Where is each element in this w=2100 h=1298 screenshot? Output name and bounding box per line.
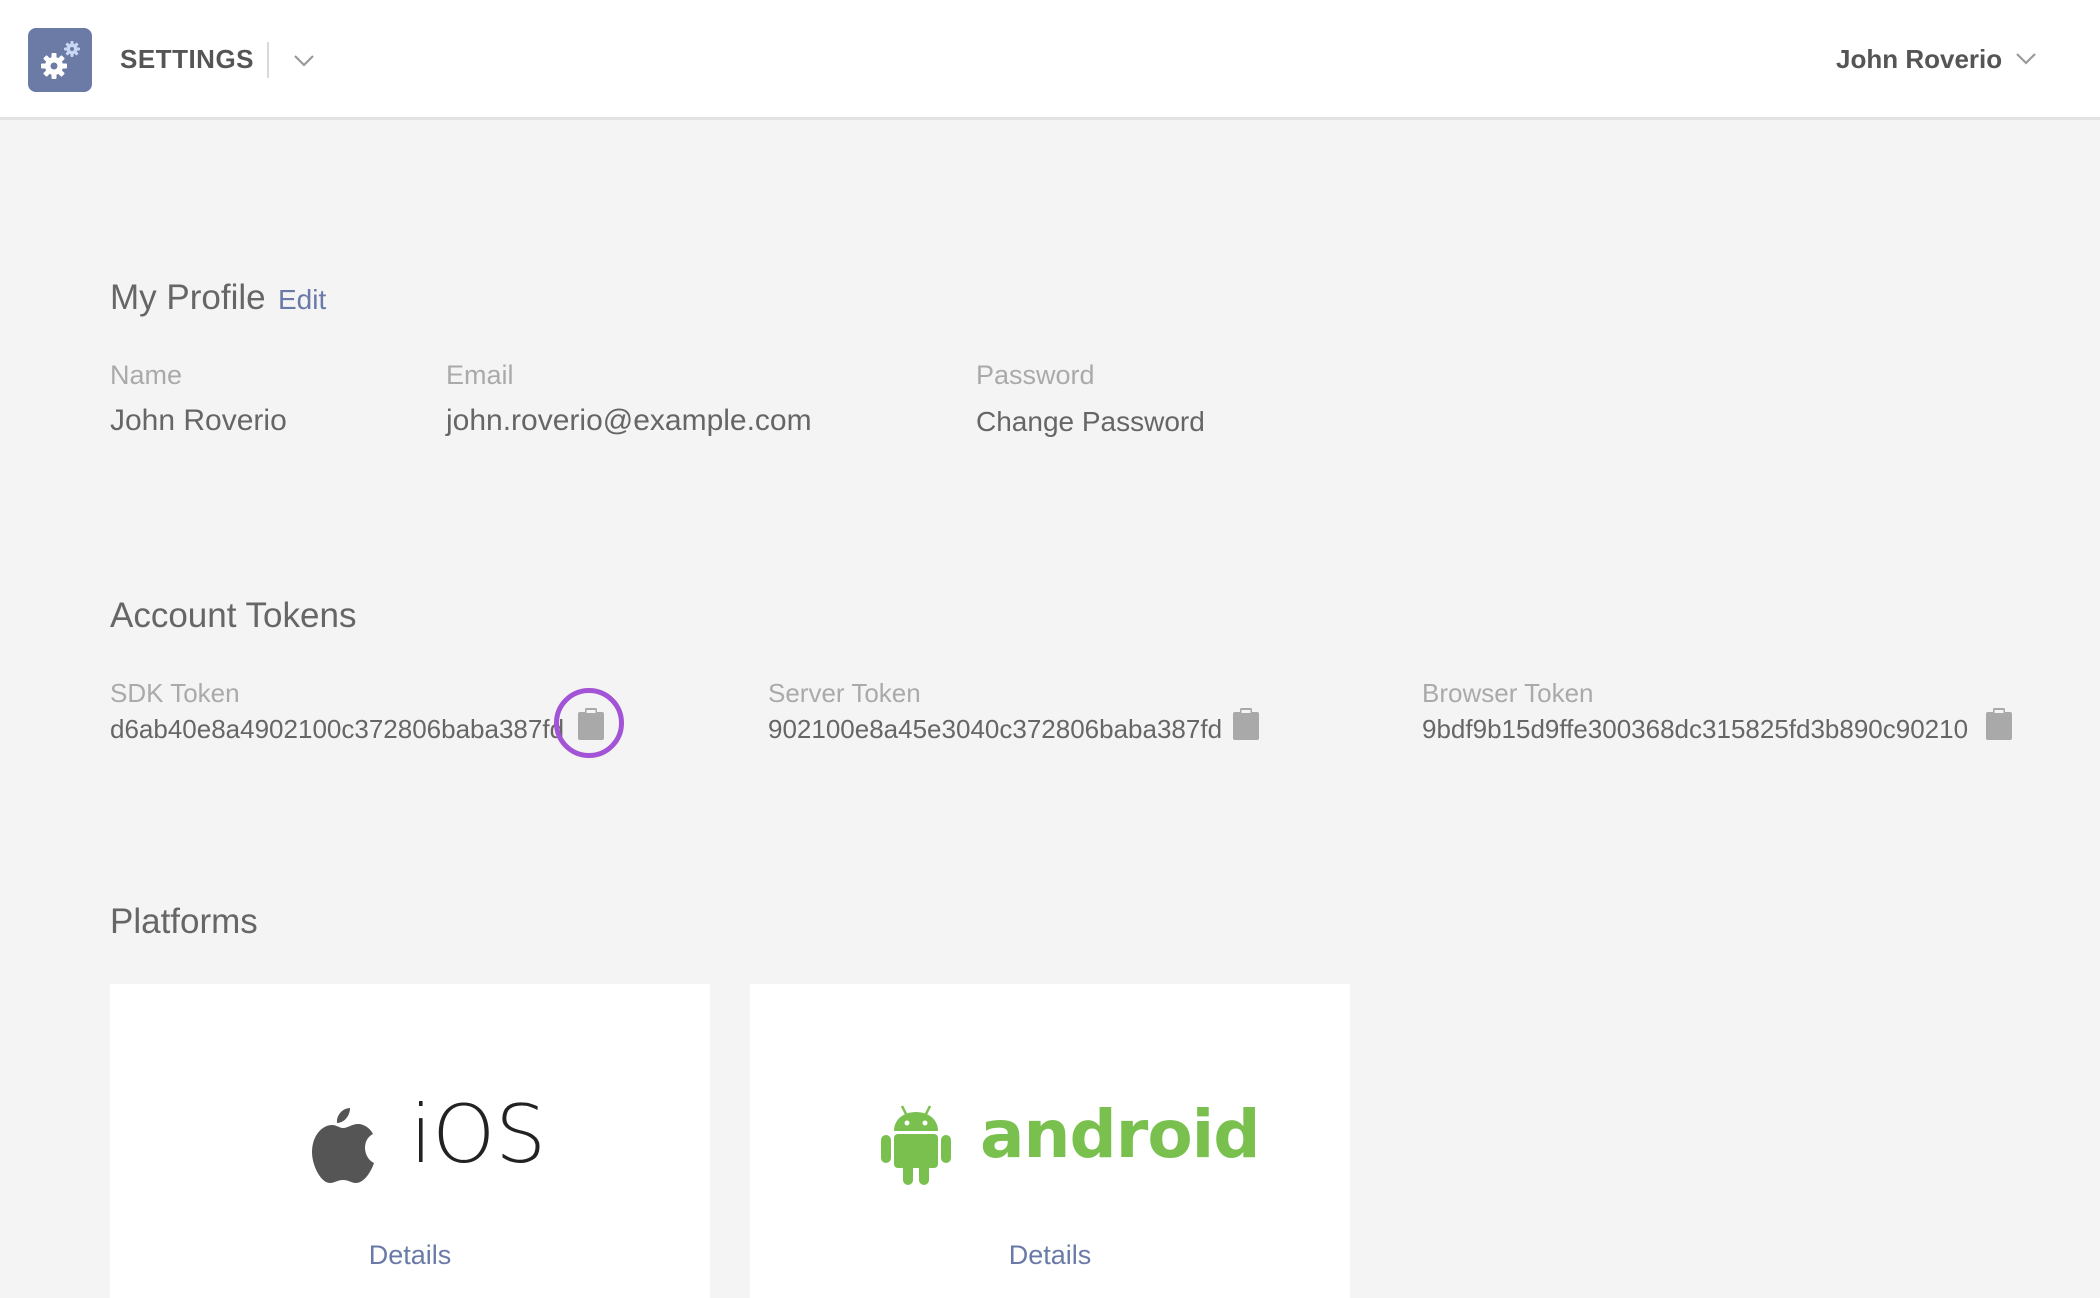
chevron-down-icon[interactable] [292, 48, 316, 72]
settings-app-icon[interactable] [28, 28, 92, 92]
email-label: Email [446, 360, 514, 390]
app-title: SETTINGS [120, 44, 255, 74]
platform-card-ios[interactable]: iOS Details [110, 984, 710, 1298]
edit-profile-link[interactable]: Edit [278, 284, 326, 316]
ios-wordmark: iOS [410, 1088, 546, 1181]
chevron-down-icon[interactable] [2014, 46, 2038, 70]
tokens-section-title: Account Tokens [110, 596, 357, 635]
password-label: Password [976, 360, 1095, 390]
apple-icon [312, 1108, 374, 1183]
email-value: john.roverio@example.com [446, 404, 812, 437]
gear-icon [41, 41, 80, 79]
name-value: John Roverio [110, 404, 287, 437]
sdk-token-value: d6ab40e8a4902100c372806baba387fd [110, 714, 565, 744]
server-token-value: 902100e8a45e3040c372806baba387fd [768, 714, 1223, 744]
user-menu-name[interactable]: John Roverio [1836, 44, 2002, 75]
clipboard-icon[interactable] [1232, 708, 1260, 740]
browser-token-label: Browser Token [1422, 678, 1594, 708]
profile-title: My Profile [110, 278, 266, 317]
change-password-link[interactable]: Change Password [976, 406, 1205, 438]
name-label: Name [110, 360, 183, 390]
browser-token-value: 9bdf9b15d9ffe300368dc315825fd3b890c90210 [1422, 714, 1969, 744]
ios-details-link[interactable]: Details [110, 1240, 710, 1271]
server-token-label: Server Token [768, 678, 921, 708]
highlight-ring [554, 688, 624, 758]
android-wordmark: android [980, 1096, 1261, 1173]
title-divider [267, 42, 269, 78]
profile-section-title: My Profile [110, 278, 266, 318]
sdk-token-label: SDK Token [110, 678, 240, 708]
clipboard-icon[interactable] [1985, 708, 2013, 740]
platform-card-android[interactable]: android Details [750, 984, 1350, 1298]
platforms-section-title: Platforms [110, 902, 258, 941]
android-robot-icon [881, 1105, 951, 1185]
android-details-link[interactable]: Details [750, 1240, 1350, 1271]
top-bar: SETTINGS John Roverio [0, 0, 2100, 120]
